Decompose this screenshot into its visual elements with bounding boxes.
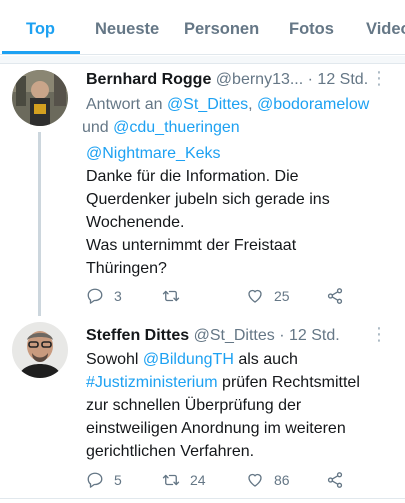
retweet-button[interactable]: 24 (162, 468, 206, 492)
reply-and: und (82, 119, 114, 136)
tab-neueste[interactable]: Neueste (95, 0, 159, 55)
reply-icon (87, 288, 103, 304)
retweet-icon (162, 290, 180, 302)
reply-count: 5 (114, 472, 122, 488)
author-handle[interactable]: @St_Dittes (194, 327, 275, 344)
tweet-time[interactable]: · 12 Std. (279, 327, 339, 344)
divider (0, 498, 405, 499)
reply-prefix: Antwort an (86, 96, 167, 113)
like-count: 86 (274, 472, 290, 488)
mention-nightmare-keks[interactable]: @Nightmare_Keks (86, 142, 396, 165)
share-button[interactable] (326, 284, 344, 308)
reply-count: 3 (114, 288, 122, 304)
tab-personen[interactable]: Personen (184, 0, 259, 55)
retweet-icon (162, 474, 180, 486)
reply-mention-bodoramelow[interactable]: @bodoramelow (257, 96, 369, 113)
tweet-text-line: zur schnellen Überprüfung der (86, 397, 302, 414)
tweet-text-line: Querdenker jubeln sich gerade ins (86, 191, 330, 208)
reply-button[interactable]: 5 (86, 468, 122, 492)
tab-videos[interactable]: Videos (366, 0, 405, 55)
reply-context: Antwort an @St_Dittes, @bodoramelow und … (82, 93, 396, 139)
tab-fotos[interactable]: Fotos (289, 0, 334, 55)
like-button[interactable]: 86 (246, 468, 290, 492)
author-handle[interactable]: @berny13... (216, 71, 303, 88)
share-icon (327, 472, 343, 488)
share-button[interactable] (326, 468, 344, 492)
tweet-text-fragment: prüfen Rechtsmittel (217, 374, 360, 391)
more-options-icon[interactable]: ⋮ (370, 325, 388, 343)
tweet-steffen-dittes[interactable]: Steffen Dittes @St_Dittes · 12 Std. ⋮ So… (0, 318, 405, 498)
hashtag-justizministerium[interactable]: #Justizministerium (86, 374, 218, 391)
tweet-text-line: Danke für die Information. Die (86, 168, 299, 185)
reply-icon (87, 472, 103, 488)
author-name[interactable]: Bernhard Rogge (86, 71, 211, 88)
like-button[interactable]: 25 (246, 284, 290, 308)
tweet-actions: 3 25 (86, 284, 386, 308)
tweet-text-line: Wochenende. (86, 214, 185, 231)
search-tabs: Top Neueste Personen Fotos Videos (0, 0, 405, 55)
retweet-count: 24 (190, 472, 206, 488)
tweet-actions: 5 24 86 (86, 468, 386, 492)
reply-button[interactable]: 3 (86, 284, 122, 308)
like-count: 25 (274, 288, 290, 304)
more-options-icon[interactable]: ⋮ (370, 69, 388, 87)
tweet-text: Sowohl @BildungTH als auch #Justizminist… (86, 348, 396, 463)
author-name[interactable]: Steffen Dittes (86, 327, 189, 344)
tweet-text-line: Was unternimmt der Freistaat (86, 237, 297, 254)
thread-line (38, 132, 41, 316)
avatar[interactable] (12, 70, 68, 126)
tweet-text-fragment: Sowohl (86, 351, 143, 368)
tweet-text-fragment: als auch (233, 351, 298, 368)
section-gap (0, 56, 405, 64)
retweet-button[interactable] (162, 284, 190, 308)
like-icon (248, 289, 262, 303)
share-icon (327, 288, 343, 304)
tweet-text-line: gerichtlichen Verfahren. (86, 443, 255, 460)
tweet-text-line: einstweiligen Anordnung im weiteren (86, 420, 346, 437)
reply-separator: , (248, 96, 257, 113)
tweet-text: @Nightmare_Keks Danke für die Informatio… (86, 142, 396, 280)
active-tab-indicator (2, 51, 80, 54)
reply-mention-st-dittes[interactable]: @St_Dittes (167, 96, 248, 113)
tweet-text-line: Thüringen? (86, 260, 167, 277)
tweet-bernhard-rogge[interactable]: Bernhard Rogge @berny13... · 12 Std. ⋮ A… (0, 64, 405, 316)
tab-top[interactable]: Top (26, 0, 55, 55)
mention-bildungth[interactable]: @BildungTH (143, 351, 234, 368)
tweet-time[interactable]: · 12 Std. (308, 71, 368, 88)
like-icon (248, 473, 262, 487)
reply-mention-cdu[interactable]: @cdu_thueringen (113, 119, 240, 136)
avatar[interactable] (12, 322, 68, 378)
